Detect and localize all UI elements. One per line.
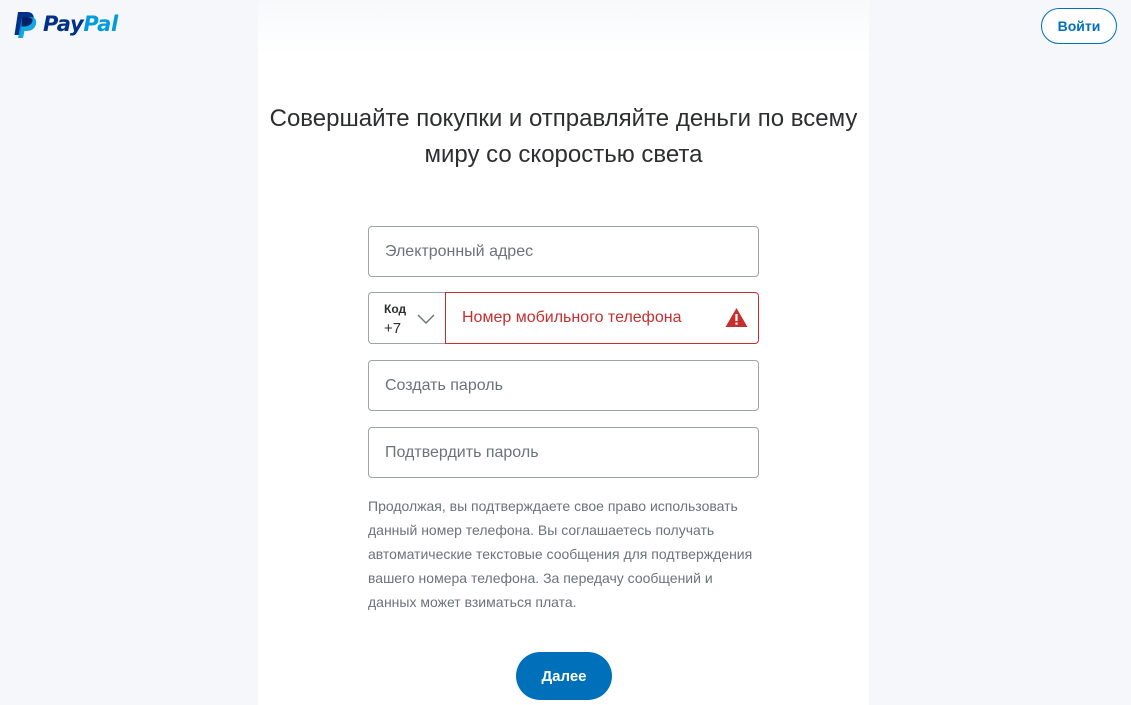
next-button[interactable]: Далее — [516, 652, 612, 700]
email-field[interactable] — [368, 226, 759, 277]
page-title: Совершайте покупки и отправляйте деньги … — [269, 105, 858, 168]
phone-field[interactable] — [445, 292, 759, 344]
logo-text-pay: Pay — [43, 12, 84, 36]
paypal-p-icon — [14, 12, 37, 38]
confirm-password-field[interactable] — [368, 427, 759, 478]
email-input[interactable] — [369, 227, 758, 276]
create-password-input[interactable] — [369, 361, 758, 410]
phone-input[interactable] — [446, 293, 758, 343]
confirm-password-input[interactable] — [369, 428, 758, 477]
paypal-logo[interactable]: PayPal — [11, 10, 118, 38]
country-code-select[interactable]: Код +7 — [368, 292, 446, 344]
logo-wordmark: PayPal — [43, 10, 118, 38]
chevron-down-icon — [417, 314, 435, 324]
login-button[interactable]: Войти — [1041, 8, 1117, 44]
country-code-label: Код — [384, 302, 407, 316]
create-password-field[interactable] — [368, 360, 759, 411]
country-code-value: +7 — [384, 320, 402, 337]
logo-text-pal: Pal — [83, 12, 118, 36]
page: PayPal Войти Совершайте покупки и отправ… — [0, 0, 1131, 705]
signup-card: Совершайте покупки и отправляйте деньги … — [258, 0, 869, 705]
warning-triangle-icon — [725, 308, 748, 327]
phone-consent-disclaimer: Продолжая, вы подтверждаете свое право и… — [368, 498, 753, 610]
